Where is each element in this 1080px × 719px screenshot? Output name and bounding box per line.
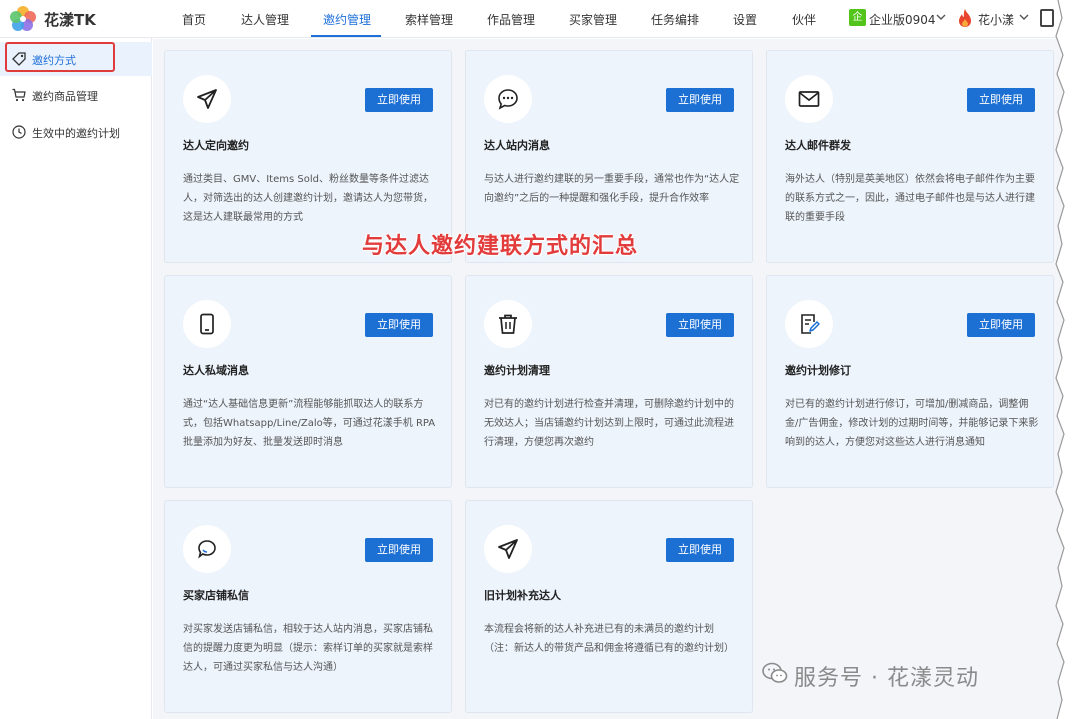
- use-now-button[interactable]: 立即使用: [365, 88, 433, 112]
- mobile-phone-icon: [200, 313, 214, 335]
- watermark-text: 服务号 · 花漾灵动: [794, 666, 979, 691]
- paper-plane-icon: [197, 89, 217, 109]
- method-card: 立即使用 邀约计划修订 对已有的邀约计划进行修订，可增加/删减商品，调整佣金/广…: [766, 275, 1054, 488]
- annotation-caption: 与达人邀约建联方式的汇总: [362, 234, 639, 259]
- method-card: 立即使用 达人邮件群发 海外达人（特别是英美地区）依然会将电子邮件作为主要的联系…: [766, 50, 1054, 263]
- card-title: 达人邮件群发: [785, 139, 851, 152]
- nav-buyer-management[interactable]: 买家管理: [569, 11, 617, 28]
- card-title: 邀约计划清理: [484, 364, 550, 377]
- envelope-icon: [798, 91, 820, 107]
- card-title: 达人私域消息: [183, 364, 249, 377]
- enterprise-badge: 企: [849, 9, 866, 26]
- method-card: 立即使用 邀约计划清理 对已有的邀约计划进行检查并清理，可删除邀约计划中的无效达…: [465, 275, 753, 488]
- sidebar-item-label: 邀约商品管理: [32, 90, 98, 103]
- sidebar-item-active-plans[interactable]: 生效中的邀约计划: [0, 115, 152, 149]
- cart-icon: [12, 88, 26, 102]
- flame-icon: [959, 9, 971, 27]
- chat-bubble-icon: [498, 89, 518, 110]
- message-circle-icon: [198, 540, 216, 559]
- card-description: 对买家发送店铺私信，相较于达人站内消息，买家店铺私信的提醒力度更为明显（提示：索…: [183, 624, 433, 673]
- sidebar: 邀约方式 邀约商品管理 生效中的邀约计划: [0, 38, 152, 719]
- method-card: 立即使用 达人私域消息 通过“达人基础信息更新”流程能够能抓取达人的联系方式，包…: [164, 275, 452, 488]
- use-now-button[interactable]: 立即使用: [666, 538, 734, 562]
- use-now-button[interactable]: 立即使用: [365, 538, 433, 562]
- nav-influencer-management[interactable]: 达人管理: [241, 11, 289, 28]
- card-description: 与达人进行邀约建联的另一重要手段，通常也作为“达人定向邀约”之后的一种提醒和强化…: [484, 174, 740, 204]
- clock-icon: [12, 125, 26, 139]
- nav-home[interactable]: 首页: [182, 11, 206, 28]
- highlight-box: [5, 42, 115, 72]
- active-tab-indicator: [311, 35, 381, 37]
- use-now-button[interactable]: 立即使用: [666, 88, 734, 112]
- edit-document-icon: [801, 314, 820, 334]
- card-description: 对已有的邀约计划进行检查并清理，可删除邀约计划中的无效达人；当店铺邀约计划达到上…: [484, 399, 734, 448]
- chevron-down-icon[interactable]: [1018, 11, 1030, 23]
- card-description: 对已有的邀约计划进行修订，可增加/删减商品，调整佣金/广告佣金，修改计划的过期时…: [785, 399, 1039, 448]
- card-title: 达人站内消息: [484, 139, 550, 152]
- card-description: 海外达人（特别是英美地区）依然会将电子邮件作为主要的联系方式之一，因此，通过电子…: [785, 174, 1035, 223]
- wechat-icon: [762, 662, 788, 683]
- card-description: 本流程会将新的达人补充进已有的未满员的邀约计划（注：新达人的带货产品和佣金将遵循…: [484, 624, 734, 654]
- app-logo-icon[interactable]: [8, 5, 38, 33]
- nav-task-orchestration[interactable]: 任务编排: [651, 11, 699, 28]
- use-now-button[interactable]: 立即使用: [365, 313, 433, 337]
- nav-invitation-management[interactable]: 邀约管理: [323, 11, 371, 28]
- card-description: 通过类目、GMV、Items Sold、粉丝数量等条件过滤达人，对筛选出的达人创…: [183, 174, 433, 223]
- card-description: 通过“达人基础信息更新”流程能够能抓取达人的联系方式，包括Whatsapp/Li…: [183, 399, 436, 448]
- paper-plane-icon: [498, 539, 518, 559]
- nav-content-management[interactable]: 作品管理: [487, 11, 535, 28]
- use-now-button[interactable]: 立即使用: [967, 313, 1035, 337]
- enterprise-switcher[interactable]: 企业版0904: [869, 11, 936, 28]
- sidebar-item-label: 生效中的邀约计划: [32, 127, 120, 140]
- nav-sample-management[interactable]: 索样管理: [405, 11, 453, 28]
- invitation-methods-panel: 立即使用 达人定向邀约 通过类目、GMV、Items Sold、粉丝数量等条件过…: [153, 39, 1080, 719]
- sidebar-item-invitation-products[interactable]: 邀约商品管理: [0, 78, 152, 112]
- nav-settings[interactable]: 设置: [733, 11, 757, 28]
- app-title[interactable]: 花漾TK: [44, 9, 96, 30]
- chevron-down-icon[interactable]: [935, 11, 947, 23]
- card-title: 旧计划补充达人: [484, 589, 561, 602]
- use-now-button[interactable]: 立即使用: [666, 313, 734, 337]
- card-title: 达人定向邀约: [183, 139, 249, 152]
- method-card: 立即使用 买家店铺私信 对买家发送店铺私信，相较于达人站内消息，买家店铺私信的提…: [164, 500, 452, 713]
- card-title: 买家店铺私信: [183, 589, 249, 602]
- top-navigation-bar: 花漾TK 首页 达人管理 邀约管理 索样管理 作品管理 买家管理 任务编排 设置…: [0, 0, 1080, 38]
- user-menu[interactable]: 花小漾: [978, 11, 1014, 28]
- nav-partners[interactable]: 伙伴: [792, 11, 816, 28]
- torn-edge-decoration: [1055, 0, 1080, 719]
- method-card: 立即使用 旧计划补充达人 本流程会将新的达人补充进已有的未满员的邀约计划（注：新…: [465, 500, 753, 713]
- trash-icon: [499, 314, 517, 334]
- card-title: 邀约计划修订: [785, 364, 851, 377]
- use-now-button[interactable]: 立即使用: [967, 88, 1035, 112]
